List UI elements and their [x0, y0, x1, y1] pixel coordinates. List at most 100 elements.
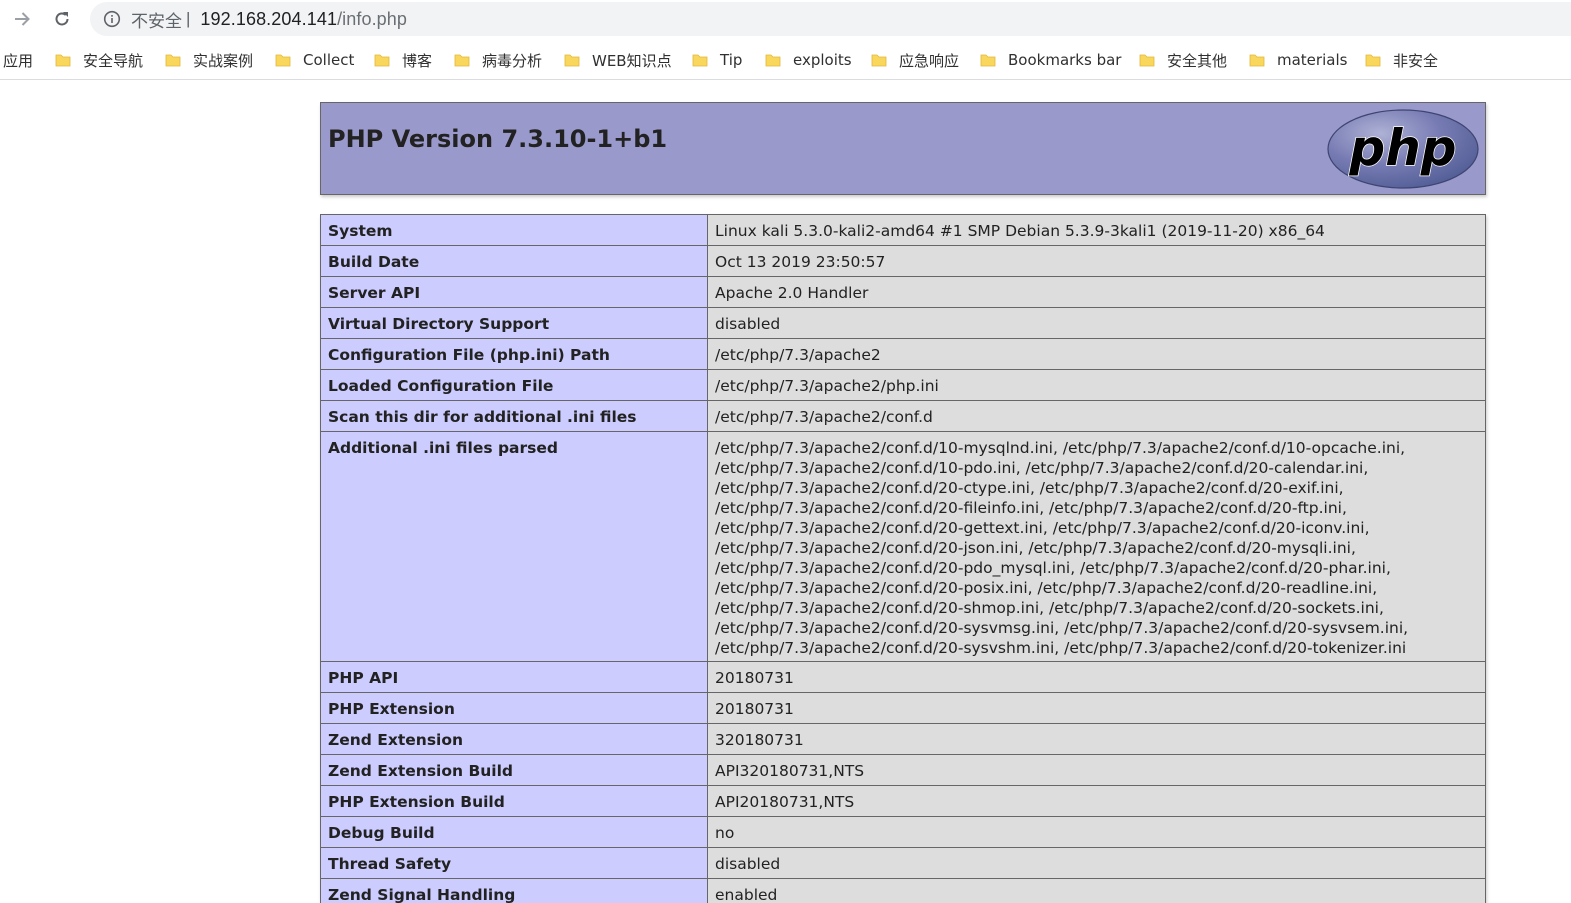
page-title: PHP Version 7.3.10-1+b1 — [328, 125, 668, 153]
ini-file-line: /etc/php/7.3/apache2/conf.d/20-sysvmsg.i… — [715, 619, 1409, 637]
bookmark-label: 博客 — [402, 51, 433, 70]
row-key: Debug Build — [320, 816, 708, 848]
bookmark-folder[interactable]: 安全其他 — [1139, 49, 1227, 71]
arrow-right-icon — [15, 12, 30, 26]
ini-file-line: /etc/php/7.3/apache2/conf.d/10-pdo.ini, … — [715, 459, 1369, 477]
table-row: Configuration File (php.ini) Path /etc/p… — [320, 338, 1486, 370]
row-value-list: /etc/php/7.3/apache2/conf.d/10-mysqlnd.i… — [707, 431, 1486, 662]
row-key: Loaded Configuration File — [320, 369, 708, 401]
table-row: Scan this dir for additional .ini files … — [320, 400, 1486, 432]
folder-icon — [564, 54, 580, 67]
ini-file-line: /etc/php/7.3/apache2/conf.d/20-fileinfo.… — [715, 499, 1347, 517]
table-row: Loaded Configuration File /etc/php/7.3/a… — [320, 369, 1486, 401]
row-key: System — [320, 214, 708, 246]
row-key: Scan this dir for additional .ini files — [320, 400, 708, 432]
bookmark-folder[interactable]: 非安全 — [1365, 49, 1438, 71]
bookmark-folder[interactable]: Collect — [275, 49, 354, 71]
info-icon[interactable] — [103, 10, 121, 28]
bookmark-folder[interactable]: 博客 — [374, 49, 432, 71]
table-row-additional-ini: Additional .ini files parsed /etc/php/7.… — [320, 431, 1486, 662]
bookmark-folder[interactable]: Tip — [692, 49, 742, 71]
table-row: PHP Extension Build API20180731,NTS — [320, 785, 1486, 817]
row-value: Apache 2.0 Handler — [707, 276, 1486, 308]
bookmark-label: 实战案例 — [193, 51, 254, 70]
ini-file-line: /etc/php/7.3/apache2/conf.d/20-gettext.i… — [715, 519, 1370, 537]
address-bar[interactable]: 不安全 | 192.168.204.141/info.php — [90, 2, 1571, 36]
reload-button[interactable] — [49, 7, 75, 31]
reload-icon — [55, 12, 69, 26]
bookmark-folder[interactable]: 安全导航 — [55, 49, 143, 71]
row-value: Linux kali 5.3.0-kali2-amd64 #1 SMP Debi… — [707, 214, 1486, 246]
row-key: Virtual Directory Support — [320, 307, 708, 339]
bookmarks-bar: 应用 安全导航 实战案例 Collect 博客 病毒分析 WEB知识点 Tip … — [0, 40, 1571, 80]
url-host: 192.168.204.141 — [200, 8, 338, 29]
bookmark-folder[interactable]: Bookmarks bar — [980, 49, 1121, 71]
table-row: Virtual Directory Support disabled — [320, 307, 1486, 339]
row-key: Zend Signal Handling — [320, 878, 708, 903]
url-path: /info.php — [337, 8, 408, 29]
ini-file-line: /etc/php/7.3/apache2/conf.d/20-shmop.ini… — [715, 599, 1384, 617]
table-row: Build Date Oct 13 2019 23:50:57 — [320, 245, 1486, 277]
row-value: no — [707, 816, 1486, 848]
php-info-table: System Linux kali 5.3.0-kali2-amd64 #1 S… — [320, 214, 1486, 903]
folder-icon — [165, 54, 181, 67]
ini-file-line: /etc/php/7.3/apache2/conf.d/20-ctype.ini… — [715, 479, 1344, 497]
folder-icon — [275, 54, 291, 67]
folder-icon — [871, 54, 887, 67]
table-row: Zend Signal Handling enabled — [320, 878, 1486, 903]
bookmark-folder[interactable]: 病毒分析 — [454, 49, 542, 71]
url-text[interactable]: 192.168.204.141/info.php — [200, 9, 407, 30]
row-value: 20180731 — [707, 692, 1486, 724]
row-key: Additional .ini files parsed — [320, 431, 708, 662]
bookmark-folder[interactable]: 实战案例 — [165, 49, 253, 71]
row-key: Server API — [320, 276, 708, 308]
folder-icon — [374, 54, 390, 67]
bookmark-folder[interactable]: 应急响应 — [871, 49, 959, 71]
bookmark-folder[interactable]: exploits — [765, 49, 852, 71]
forward-button[interactable] — [9, 7, 35, 31]
folder-icon — [1365, 54, 1381, 67]
ini-file-line: /etc/php/7.3/apache2/conf.d/10-mysqlnd.i… — [715, 439, 1406, 457]
bookmark-label: 应急响应 — [899, 51, 960, 70]
browser-toolbar: 不安全 | 192.168.204.141/info.php — [0, 0, 1571, 38]
row-value: 20180731 — [707, 661, 1486, 693]
row-value: API20180731,NTS — [707, 785, 1486, 817]
bookmark-label: 安全导航 — [83, 51, 144, 70]
row-value: Oct 13 2019 23:50:57 — [707, 245, 1486, 277]
row-value: /etc/php/7.3/apache2/php.ini — [707, 369, 1486, 401]
bookmark-label: Bookmarks bar — [1008, 51, 1122, 69]
folder-icon — [55, 54, 71, 67]
bookmark-label: 应用 — [3, 51, 34, 70]
phpinfo-page: PHP Version 7.3.10-1+b1 php System Linux… — [320, 102, 1486, 903]
folder-icon — [692, 54, 708, 67]
php-version-header: PHP Version 7.3.10-1+b1 php — [320, 102, 1486, 195]
folder-icon — [1139, 54, 1155, 67]
ini-file-line: /etc/php/7.3/apache2/conf.d/20-sysvshm.i… — [715, 639, 1407, 657]
row-key: Configuration File (php.ini) Path — [320, 338, 708, 370]
table-row: Debug Build no — [320, 816, 1486, 848]
table-row: System Linux kali 5.3.0-kali2-amd64 #1 S… — [320, 214, 1486, 246]
row-key: Zend Extension — [320, 723, 708, 755]
bookmark-label: 安全其他 — [1167, 51, 1228, 70]
row-value: /etc/php/7.3/apache2 — [707, 338, 1486, 370]
bookmark-folder[interactable]: materials — [1249, 49, 1347, 71]
table-row: PHP Extension 20180731 — [320, 692, 1486, 724]
bookmark-label: materials — [1277, 51, 1348, 69]
bookmark-label: Collect — [303, 51, 355, 69]
table-row: PHP API 20180731 — [320, 661, 1486, 693]
security-label[interactable]: 不安全 — [131, 7, 182, 32]
ini-file-line: /etc/php/7.3/apache2/conf.d/20-json.ini,… — [715, 539, 1356, 557]
bookmark-label: WEB知识点 — [592, 51, 672, 70]
folder-icon — [1249, 54, 1265, 67]
row-value: disabled — [707, 307, 1486, 339]
bookmark-label: 病毒分析 — [482, 51, 543, 70]
row-key: PHP Extension — [320, 692, 708, 724]
row-key: PHP API — [320, 661, 708, 693]
table-row: Thread Safety disabled — [320, 847, 1486, 879]
bookmark-folder[interactable]: WEB知识点 — [564, 49, 672, 71]
row-value: 320180731 — [707, 723, 1486, 755]
folder-icon — [765, 54, 781, 67]
bookmark-apps[interactable]: 应用 — [3, 49, 33, 71]
url-separator: | — [186, 9, 191, 28]
php-logo[interactable]: php — [1327, 109, 1479, 189]
